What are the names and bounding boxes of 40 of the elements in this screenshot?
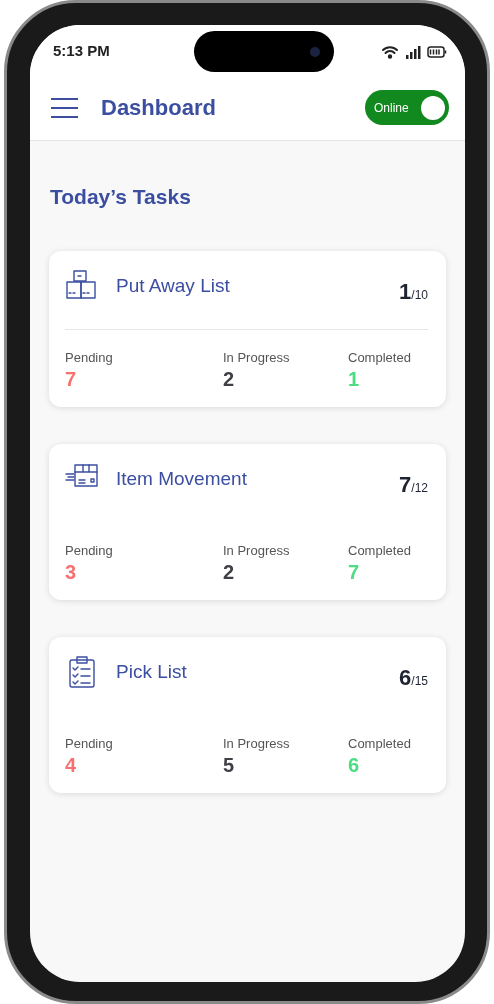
task-title: Item Movement (116, 466, 247, 491)
stat-value: 7 (348, 560, 360, 584)
page-title: Dashboard (101, 94, 216, 122)
battery-icon (427, 45, 447, 58)
task-title: Put Away List (116, 273, 230, 298)
task-count: 6/15 (399, 663, 428, 692)
stat-value: 7 (65, 367, 77, 391)
stat-value: 6 (348, 753, 360, 777)
clipboard-checklist-icon (68, 654, 96, 689)
status-time: 5:13 PM (53, 41, 110, 62)
stat-value: 3 (65, 560, 77, 584)
task-count: 1/10 (399, 277, 428, 306)
stat-value: 1 (348, 367, 360, 391)
stat-label: Pending (65, 541, 113, 560)
camera-icon (310, 46, 321, 57)
boxes-icon (65, 268, 99, 301)
toggle-knob (421, 95, 445, 120)
stat-value: 2 (223, 367, 235, 391)
task-title: Pick List (116, 659, 187, 684)
task-count: 7/12 (399, 470, 428, 499)
stat-label: Pending (65, 348, 113, 367)
task-card[interactable]: Item Movement 7/12 Pending 3 In Progress 2 Completed 7 (49, 443, 446, 600)
stat-label: Completed (348, 541, 411, 560)
stat-label: In Progress (223, 541, 290, 560)
task-card[interactable]: Put Away List 1/10 Pending 7 In Progress 2 Completed 1 (49, 250, 446, 407)
stat-value: 5 (223, 753, 235, 777)
stat-label: Pending (65, 734, 113, 753)
menu-icon[interactable] (51, 97, 78, 118)
stat-value: 2 (223, 560, 235, 584)
stat-label: Completed (348, 348, 411, 367)
stat-value: 4 (65, 753, 77, 777)
online-toggle[interactable]: Online (365, 90, 449, 125)
package-delivery-icon (65, 461, 99, 488)
wifi-icon (381, 44, 399, 59)
section-title: Today’s Tasks (50, 184, 192, 210)
stat-label: Completed (348, 734, 411, 753)
stat-label: In Progress (223, 348, 290, 367)
stat-label: In Progress (223, 734, 290, 753)
task-card[interactable]: Pick List 6/15 Pending 4 In Progress 5 Completed 6 (49, 636, 446, 793)
signal-icon (405, 44, 421, 59)
